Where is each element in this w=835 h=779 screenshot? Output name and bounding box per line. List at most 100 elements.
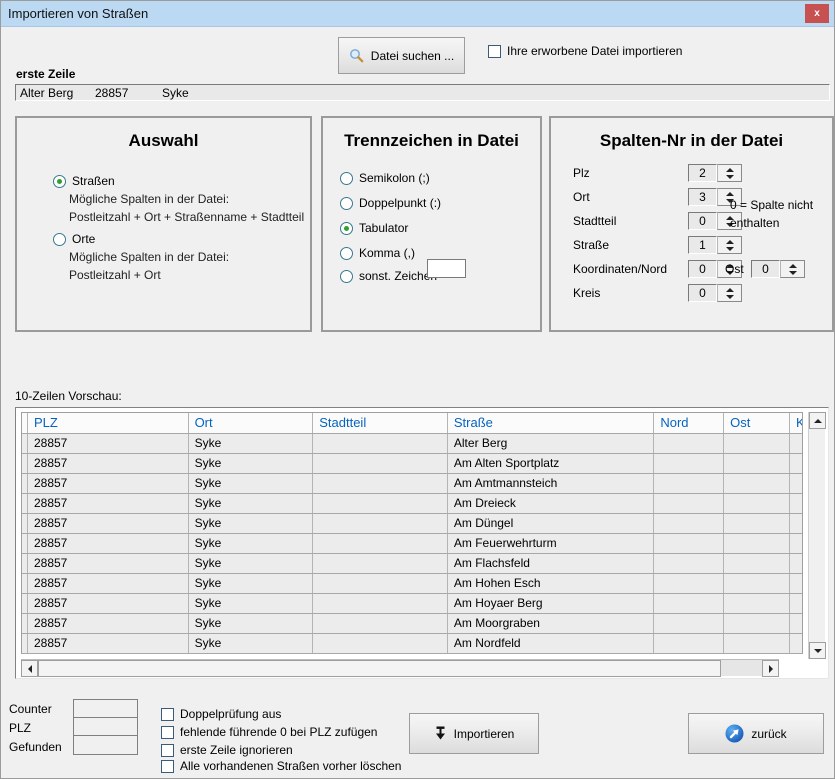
cell-ost[interactable] <box>724 554 790 573</box>
cell-stadtteil[interactable] <box>313 434 448 453</box>
horizontal-scroll-thumb[interactable] <box>38 660 721 677</box>
cell-ort[interactable]: Syke <box>189 574 314 593</box>
cell-kreis[interactable] <box>790 634 802 653</box>
cell-nord[interactable] <box>654 454 724 473</box>
checkbox-box[interactable] <box>488 45 501 58</box>
cell-nord[interactable] <box>654 434 724 453</box>
first-line-field[interactable]: Alter Berg 28857 Syke <box>15 84 830 101</box>
radio-circle-icon[interactable] <box>340 247 353 260</box>
cell-stadtteil[interactable] <box>313 634 448 653</box>
cell-nord[interactable] <box>654 614 724 633</box>
radio-strassen[interactable]: Straßen <box>53 174 115 188</box>
cell-stadtteil[interactable] <box>313 554 448 573</box>
table-row[interactable]: 28857 Syke Am Alten Sportplatz <box>22 454 802 474</box>
table-row[interactable]: 28857 Syke Alter Berg <box>22 434 802 454</box>
vertical-scrollbar[interactable] <box>808 412 825 659</box>
checkbox-doppelpruefung[interactable]: Doppelprüfung aus <box>161 707 281 721</box>
radio-circle-icon[interactable] <box>340 270 353 283</box>
cell-ost[interactable] <box>724 434 790 453</box>
cell-plz[interactable]: 28857 <box>28 474 189 493</box>
cell-ort[interactable]: Syke <box>189 494 314 513</box>
cell-nord[interactable] <box>654 594 724 613</box>
radio-doppelpunkt[interactable]: Doppelpunkt (:) <box>340 196 441 210</box>
cell-strasse[interactable]: Am Amtmannsteich <box>448 474 654 493</box>
radio-semikolon[interactable]: Semikolon (;) <box>340 171 430 185</box>
radio-komma[interactable]: Komma (,) <box>340 246 415 260</box>
spinner-value[interactable]: 0 <box>688 260 717 278</box>
strasse-spinner[interactable]: 1 <box>688 236 742 254</box>
spinner-value[interactable]: 0 <box>688 284 717 302</box>
cell-stadtteil[interactable] <box>313 454 448 473</box>
radio-orte[interactable]: Orte <box>53 232 95 246</box>
cell-stadtteil[interactable] <box>313 514 448 533</box>
table-row[interactable]: 28857 Syke Am Düngel <box>22 514 802 534</box>
cell-ort[interactable]: Syke <box>189 594 314 613</box>
cell-kreis[interactable] <box>790 554 802 573</box>
table-row[interactable]: 28857 Syke Am Hohen Esch <box>22 574 802 594</box>
titlebar[interactable]: Importieren von Straßen x <box>1 1 834 27</box>
cell-kreis[interactable] <box>790 534 802 553</box>
cell-ort[interactable]: Syke <box>189 454 314 473</box>
spinner-value[interactable]: 1 <box>688 236 717 254</box>
checkbox-erste-zeile[interactable]: erste Zeile ignorieren <box>161 743 293 757</box>
column-header-plz[interactable]: PLZ <box>28 413 189 433</box>
cell-plz[interactable]: 28857 <box>28 594 189 613</box>
cell-strasse[interactable]: Am Dreieck <box>448 494 654 513</box>
radio-circle-icon[interactable] <box>340 172 353 185</box>
table-row[interactable]: 28857 Syke Am Flachsfeld <box>22 554 802 574</box>
checkbox-fuehrende-null[interactable]: fehlende führende 0 bei PLZ zufügen <box>161 725 377 739</box>
cell-plz[interactable]: 28857 <box>28 494 189 513</box>
spinner-value[interactable]: 3 <box>688 188 717 206</box>
cell-nord[interactable] <box>654 474 724 493</box>
table-row[interactable]: 28857 Syke Am Hoyaer Berg <box>22 594 802 614</box>
cell-strasse[interactable]: Am Düngel <box>448 514 654 533</box>
cell-nord[interactable] <box>654 574 724 593</box>
cell-nord[interactable] <box>654 534 724 553</box>
cell-stadtteil[interactable] <box>313 594 448 613</box>
column-header-ost[interactable]: Ost <box>724 413 790 433</box>
cell-plz[interactable]: 28857 <box>28 634 189 653</box>
cell-plz[interactable]: 28857 <box>28 434 189 453</box>
cell-plz[interactable]: 28857 <box>28 554 189 573</box>
cell-ost[interactable] <box>724 454 790 473</box>
spinner-value[interactable]: 0 <box>688 212 717 230</box>
cell-ost[interactable] <box>724 534 790 553</box>
cell-stadtteil[interactable] <box>313 474 448 493</box>
cell-ort[interactable]: Syke <box>189 434 314 453</box>
cell-plz[interactable]: 28857 <box>28 614 189 633</box>
scroll-left-button[interactable] <box>21 660 38 677</box>
cell-kreis[interactable] <box>790 494 802 513</box>
scroll-right-button[interactable] <box>762 660 779 677</box>
column-header-kreis[interactable]: K <box>790 413 802 433</box>
table-row[interactable]: 28857 Syke Am Dreieck <box>22 494 802 514</box>
table-row[interactable]: 28857 Syke Am Amtmannsteich <box>22 474 802 494</box>
cell-ost[interactable] <box>724 474 790 493</box>
cell-kreis[interactable] <box>790 594 802 613</box>
cell-plz[interactable]: 28857 <box>28 454 189 473</box>
spinner-buttons[interactable] <box>780 260 805 278</box>
cell-strasse[interactable]: Am Nordfeld <box>448 634 654 653</box>
cell-stadtteil[interactable] <box>313 534 448 553</box>
cell-plz[interactable]: 28857 <box>28 574 189 593</box>
spinner-up-icon[interactable] <box>726 288 734 292</box>
spinner-up-icon[interactable] <box>789 264 797 268</box>
cell-strasse[interactable]: Alter Berg <box>448 434 654 453</box>
cell-ort[interactable]: Syke <box>189 534 314 553</box>
spinner-buttons[interactable] <box>717 236 742 254</box>
purchased-file-checkbox[interactable]: Ihre erworbene Datei importieren <box>488 44 682 58</box>
spinner-up-icon[interactable] <box>726 168 734 172</box>
spinner-value[interactable]: 0 <box>751 260 780 278</box>
spinner-down-icon[interactable] <box>726 175 734 179</box>
checkbox-box[interactable] <box>161 708 174 721</box>
radio-circle-icon[interactable] <box>340 222 353 235</box>
scroll-up-button[interactable] <box>809 412 826 429</box>
cell-strasse[interactable]: Am Hohen Esch <box>448 574 654 593</box>
radio-circle-icon[interactable] <box>53 175 66 188</box>
cell-stadtteil[interactable] <box>313 494 448 513</box>
import-button[interactable]: Importieren <box>409 713 539 754</box>
cell-ost[interactable] <box>724 494 790 513</box>
cell-ort[interactable]: Syke <box>189 514 314 533</box>
column-header-ort[interactable]: Ort <box>189 413 314 433</box>
cell-ost[interactable] <box>724 514 790 533</box>
plz-spinner[interactable]: 2 <box>688 164 742 182</box>
